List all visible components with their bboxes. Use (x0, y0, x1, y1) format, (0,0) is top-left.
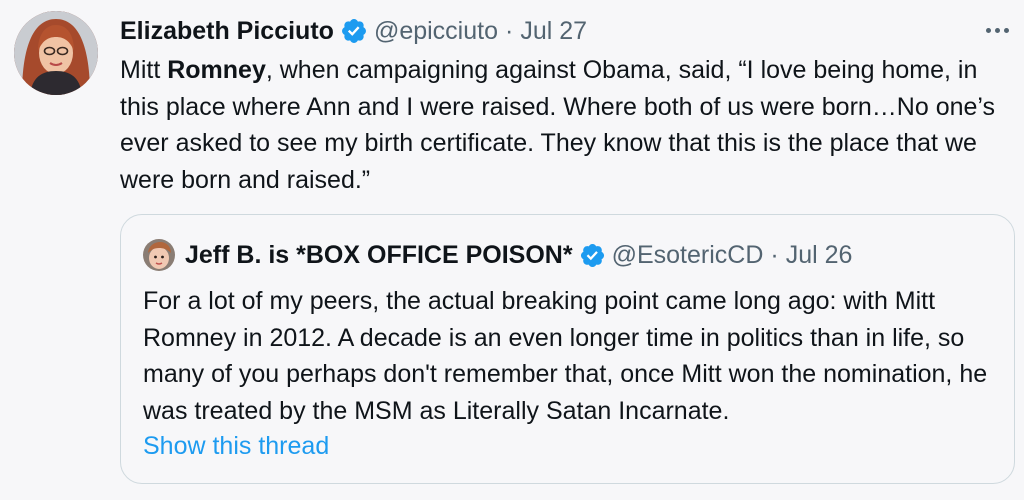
separator-dot: · (770, 240, 779, 269)
more-options-icon (1003, 27, 1009, 33)
author-avatar[interactable] (14, 11, 98, 95)
tweet-text-bold: Romney (167, 56, 266, 84)
tweet-card[interactable]: Elizabeth Picciuto @epicciuto · Jul 27 M… (0, 0, 1024, 500)
more-options-button[interactable] (982, 18, 1012, 42)
author-name[interactable]: Elizabeth Picciuto (120, 17, 334, 46)
more-options-icon (994, 27, 1000, 33)
tweet-text: Mitt Romney, when campaigning against Ob… (120, 52, 1010, 198)
tweet-text-part: Mitt (120, 56, 168, 84)
quoted-tweet-header: Jeff B. is *BOX OFFICE POISON* @Esoteric… (185, 237, 852, 273)
quoted-author-avatar[interactable] (143, 239, 175, 271)
verified-badge-icon (580, 243, 604, 267)
quoted-tweet-text: For a lot of my peers, the actual breaki… (143, 287, 988, 425)
show-thread-link[interactable]: Show this thread (143, 428, 329, 464)
author-handle[interactable]: @epicciuto (374, 17, 498, 46)
tweet-header: Elizabeth Picciuto @epicciuto · Jul 27 (120, 14, 587, 48)
separator-dot: · (505, 16, 514, 45)
quoted-tweet-date[interactable]: Jul 26 (786, 241, 853, 270)
verified-badge-icon (341, 19, 366, 43)
tweet-date[interactable]: Jul 27 (520, 17, 587, 46)
quoted-author-handle[interactable]: @EsotericCD (612, 241, 764, 270)
quoted-author-name[interactable]: Jeff B. is *BOX OFFICE POISON* (185, 241, 573, 270)
more-options-icon (985, 27, 991, 33)
quoted-tweet[interactable]: Jeff B. is *BOX OFFICE POISON* @Esoteric… (120, 214, 1015, 484)
profile-photo-icon (143, 239, 175, 271)
profile-photo-icon (14, 11, 98, 95)
